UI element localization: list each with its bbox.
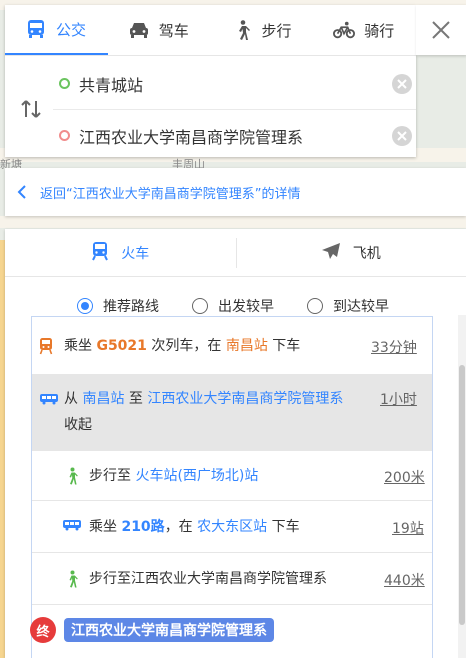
step-prefix: 乘坐 — [64, 338, 97, 354]
step-text: 从 南昌站 至 江西农业大学南昌商学院管理系 — [64, 387, 364, 411]
swap-direction-button[interactable] — [19, 97, 43, 121]
radio-icon — [307, 298, 323, 314]
car-icon — [128, 19, 150, 41]
route-steps: 乘坐 G5021 次列车，在 南昌站 下车 33分钟 从 南昌站 至 江西农业大… — [31, 316, 433, 658]
tab-train[interactable]: 火车 — [5, 229, 236, 277]
step-text: 步行至江西农业大学南昌商学院管理系 — [89, 571, 327, 587]
tab-walking[interactable]: 步行 — [211, 5, 314, 55]
walk-destination: 火车站(西广场北)站 — [135, 468, 259, 484]
train-number: G5021 — [96, 338, 147, 354]
tab-label: 飞机 — [352, 246, 381, 262]
train-icon — [39, 337, 53, 355]
route-search-panel: 公交 驾车 步行 骑行 共青城站 江西农业大学南昌商学院管理系 — [5, 5, 416, 157]
close-icon — [432, 21, 450, 39]
tab-divider — [5, 55, 416, 56]
radio-label: 推荐路线 — [103, 299, 159, 315]
stop-name: 农大东区站 — [197, 519, 268, 535]
chevron-left-icon — [17, 185, 31, 199]
bus-icon — [25, 18, 47, 40]
step-text: 乘坐 210路，在 农大东区站 下车 — [89, 515, 300, 539]
tab-driving[interactable]: 驾车 — [108, 5, 211, 55]
tab-label: 骑行 — [364, 21, 395, 40]
step-duration[interactable]: 1小时 — [380, 389, 417, 409]
step-text: 步行至 火车站(西广场北)站 — [89, 464, 258, 488]
scrollbar[interactable] — [458, 315, 466, 658]
route-result-panel: 火车 飞机 推荐路线 出发较早 到达较早 乘坐 G5021 次列车，在 南昌站 … — [5, 229, 466, 658]
walk-icon — [231, 19, 253, 41]
step-transfer[interactable]: 从 南昌站 至 江西农业大学南昌商学院管理系 收起 1小时 — [32, 375, 432, 451]
destination-row: 终 江西农业大学南昌商学院管理系 — [30, 617, 274, 643]
step-bus[interactable]: 乘坐 210路，在 农大东区站 下车 19站 — [32, 501, 432, 553]
step-walk-final[interactable]: 步行至江西农业大学南昌商学院管理系 440米 — [32, 553, 432, 605]
sort-earlier-arrival-radio[interactable]: 到达较早 — [307, 296, 389, 316]
step-duration[interactable]: 33分钟 — [371, 337, 417, 357]
step-stops[interactable]: 19站 — [392, 518, 424, 538]
step-prefix: 乘坐 — [89, 519, 122, 535]
bus-icon — [40, 393, 58, 405]
step-distance[interactable]: 200米 — [384, 467, 425, 487]
step-prefix: 步行至 — [89, 468, 136, 484]
tab-plane[interactable]: 飞机 — [235, 229, 466, 277]
start-point-icon — [59, 78, 70, 89]
bike-icon — [333, 19, 356, 41]
walk-icon — [66, 570, 78, 588]
tab-cycling[interactable]: 骑行 — [313, 5, 416, 55]
destination-name[interactable]: 江西农业大学南昌商学院管理系 — [64, 618, 274, 642]
tab-label: 驾车 — [158, 21, 189, 40]
radio-label: 出发较早 — [218, 299, 274, 315]
back-link-text: 返回“江西农业大学南昌商学院管理系”的详情 — [40, 186, 301, 202]
scrollbar-thumb[interactable] — [459, 365, 465, 625]
plane-icon — [321, 241, 341, 265]
station-name: 南昌站 — [225, 338, 268, 354]
tab-label: 步行 — [261, 21, 292, 40]
train-icon — [91, 241, 109, 265]
clear-start-button[interactable] — [392, 74, 412, 94]
step-distance[interactable]: 440米 — [384, 570, 425, 590]
step-suffix: 下车 — [267, 338, 301, 354]
tab-label: 公交 — [56, 20, 87, 39]
step-mid: ，在 — [164, 519, 198, 535]
step-mid: 至 — [124, 391, 148, 407]
sort-options: 推荐路线 出发较早 到达较早 — [5, 291, 466, 319]
bus-icon — [63, 519, 81, 531]
clear-end-button[interactable] — [392, 126, 412, 146]
step-prefix: 从 — [64, 391, 83, 407]
step-mid: 次列车，在 — [146, 338, 226, 354]
end-badge: 终 — [30, 617, 56, 643]
step-walk[interactable]: 步行至 火车站(西广场北)站 200米 — [32, 451, 432, 501]
radio-icon — [77, 298, 93, 314]
from-station: 南昌站 — [82, 391, 125, 407]
step-text: 乘坐 G5021 次列车，在 南昌站 下车 — [64, 334, 300, 358]
end-field[interactable]: 江西农业大学南昌商学院管理系 — [53, 110, 416, 162]
walk-icon — [66, 467, 78, 485]
sort-recommended-radio[interactable]: 推荐路线 — [77, 296, 159, 316]
step-suffix: 下车 — [267, 519, 300, 535]
collapse-link[interactable]: 收起 — [64, 413, 92, 437]
radio-icon — [192, 298, 208, 314]
to-place: 江西农业大学南昌商学院管理系 — [147, 391, 344, 407]
start-field[interactable]: 共青城站 — [53, 58, 416, 110]
end-value[interactable]: 江西农业大学南昌商学院管理系 — [79, 124, 303, 148]
start-value[interactable]: 共青城站 — [79, 72, 143, 96]
back-to-details-link[interactable]: 返回“江西农业大学南昌商学院管理系”的详情 — [5, 168, 466, 216]
travel-mode-tabs: 公交 驾车 步行 骑行 — [5, 5, 416, 55]
step-train[interactable]: 乘坐 G5021 次列车，在 南昌站 下车 33分钟 — [32, 317, 432, 375]
tab-transit[interactable]: 公交 — [5, 5, 108, 55]
radio-label: 到达较早 — [333, 299, 389, 315]
close-button[interactable] — [416, 5, 466, 55]
tab-label: 火车 — [121, 246, 150, 262]
end-point-icon — [59, 130, 70, 141]
sort-earlier-departure-radio[interactable]: 出发较早 — [192, 296, 274, 316]
transport-tabs: 火车 飞机 — [5, 229, 466, 277]
bus-line: 210路 — [121, 519, 165, 535]
